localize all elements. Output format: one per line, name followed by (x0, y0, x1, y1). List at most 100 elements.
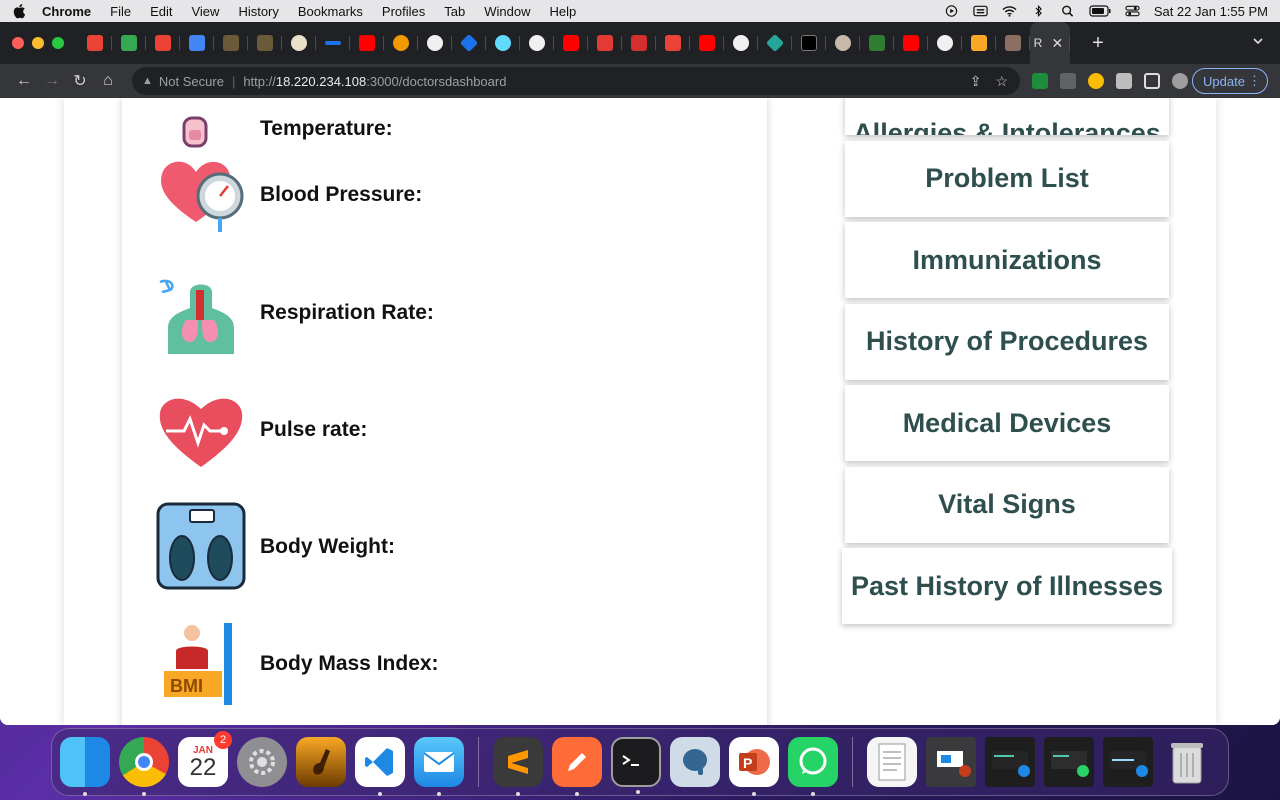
dock-document-stack[interactable] (867, 737, 917, 787)
dock-powerpoint[interactable]: P (729, 737, 779, 796)
dock-calendar[interactable]: JAN 22 2 (178, 731, 232, 787)
home-icon[interactable]: ⌂ (94, 67, 122, 95)
dock-window-thumbnail-2[interactable] (985, 737, 1035, 787)
tab-5[interactable] (214, 22, 248, 64)
battery-icon[interactable] (1089, 5, 1111, 17)
tab-youtube-4[interactable] (894, 22, 928, 64)
medical-devices-button[interactable]: Medical Devices (845, 385, 1169, 461)
tab-github-3[interactable] (724, 22, 758, 64)
tab-diamond[interactable] (452, 22, 486, 64)
share-icon[interactable]: ⇪ (970, 73, 982, 90)
new-tab-button[interactable]: + (1088, 32, 1108, 55)
dock-window-thumbnail-4[interactable] (1103, 737, 1153, 787)
history-of-procedures-button[interactable]: History of Procedures (845, 303, 1169, 380)
menu-history[interactable]: History (238, 4, 278, 19)
media-play-icon[interactable] (944, 5, 959, 17)
tab-b[interactable] (384, 22, 418, 64)
tab-list: R ✕ + (78, 22, 1108, 64)
tab-6[interactable] (248, 22, 282, 64)
chrome-icon (135, 753, 153, 771)
control-center-icon[interactable] (1125, 5, 1140, 17)
menu-edit[interactable]: Edit (150, 4, 172, 19)
past-history-of-illnesses-button[interactable]: Past History of Illnesses (842, 548, 1172, 624)
menu-dots-icon[interactable]: ⋮ (1248, 73, 1261, 89)
tab-github-4[interactable] (928, 22, 962, 64)
dock-finder[interactable] (60, 737, 110, 796)
allergies-button[interactable]: Allergies & Intolerances (845, 98, 1169, 135)
tab-github-2[interactable] (520, 22, 554, 64)
menu-help[interactable]: Help (550, 4, 577, 19)
minimize-window-button[interactable] (32, 37, 44, 49)
menu-bookmarks[interactable]: Bookmarks (298, 4, 363, 19)
side-panel-icon[interactable] (1144, 73, 1160, 89)
tab-avatar[interactable] (826, 22, 860, 64)
dock-window-thumbnail-1[interactable] (926, 737, 976, 787)
weight-scale-icon (156, 502, 246, 590)
tab-youtube-1[interactable] (350, 22, 384, 64)
menu-view[interactable]: View (191, 4, 219, 19)
profile-avatar-icon[interactable] (1172, 73, 1188, 89)
dock-postgresql[interactable] (670, 737, 720, 787)
tab-gmail-2[interactable] (146, 22, 180, 64)
dock-trash[interactable] (1162, 737, 1212, 787)
dock-sublime-text[interactable] (493, 737, 543, 796)
warning-triangle-icon[interactable]: ▲ (142, 75, 153, 87)
tab-box[interactable] (962, 22, 996, 64)
tab-diamond-2[interactable] (758, 22, 792, 64)
dock-terminal[interactable] (611, 737, 661, 794)
bookmark-star-icon[interactable]: ☆ (995, 73, 1008, 90)
tab-calendar[interactable] (180, 22, 214, 64)
close-tab-icon[interactable]: ✕ (1048, 35, 1066, 52)
extensions-puzzle-icon[interactable] (1116, 73, 1132, 89)
dock-postman[interactable] (552, 737, 602, 796)
dock-chrome[interactable] (119, 737, 169, 796)
apple-logo-icon[interactable] (12, 3, 26, 19)
dock-vscode[interactable] (355, 737, 405, 796)
tab-react[interactable] (486, 22, 520, 64)
menu-window[interactable]: Window (484, 4, 530, 19)
menu-tab[interactable]: Tab (444, 4, 465, 19)
tab-medium[interactable] (792, 22, 826, 64)
extension-grid-icon[interactable] (1060, 73, 1076, 89)
tab-search-chevron-icon[interactable] (1252, 35, 1264, 47)
wifi-icon[interactable] (1002, 5, 1017, 17)
tab-lc[interactable] (622, 22, 656, 64)
tab-active[interactable]: R ✕ (1030, 22, 1070, 64)
dock-garageband[interactable] (296, 737, 346, 787)
spotlight-search-icon[interactable] (1060, 5, 1075, 17)
bluetooth-icon[interactable] (1031, 5, 1046, 17)
security-status[interactable]: Not Secure (159, 74, 224, 89)
tab-youtube-2[interactable] (554, 22, 588, 64)
tab-sti[interactable] (860, 22, 894, 64)
tab-n[interactable] (588, 22, 622, 64)
screen-mirror-icon[interactable] (973, 5, 988, 17)
address-bar[interactable]: ▲ Not Secure | http:// 18.220.234.108 :3… (132, 67, 1020, 95)
dock-system-preferences[interactable] (237, 737, 287, 787)
reload-icon[interactable]: ↻ (66, 67, 94, 95)
close-window-button[interactable] (12, 37, 24, 49)
dock-mail[interactable] (414, 737, 464, 796)
tab-gmail-3[interactable] (656, 22, 690, 64)
problem-list-button[interactable]: Problem List (845, 140, 1169, 217)
dock-window-thumbnail-3[interactable] (1044, 737, 1094, 787)
menu-profiles[interactable]: Profiles (382, 4, 425, 19)
update-button[interactable]: Update ⋮ (1192, 68, 1268, 94)
extension-check-icon[interactable] (1032, 73, 1048, 89)
tab-hand[interactable] (996, 22, 1030, 64)
tab-youtube-3[interactable] (690, 22, 724, 64)
menu-app-name[interactable]: Chrome (42, 4, 91, 19)
menu-datetime[interactable]: Sat 22 Jan 1:55 PM (1154, 4, 1268, 19)
zoom-window-button[interactable] (52, 37, 64, 49)
vital-signs-button[interactable]: Vital Signs (845, 466, 1169, 543)
dock-whatsapp[interactable] (788, 737, 838, 796)
tab-7[interactable] (282, 22, 316, 64)
extension-chrome-icon[interactable] (1088, 73, 1104, 89)
forward-arrow-icon[interactable]: → (38, 67, 66, 95)
menu-file[interactable]: File (110, 4, 131, 19)
immunizations-button[interactable]: Immunizations (845, 222, 1169, 298)
tab-2[interactable] (112, 22, 146, 64)
tab-gmail-1[interactable] (78, 22, 112, 64)
back-arrow-icon[interactable]: ← (10, 67, 38, 95)
tab-github-1[interactable] (418, 22, 452, 64)
tab-8[interactable] (316, 22, 350, 64)
